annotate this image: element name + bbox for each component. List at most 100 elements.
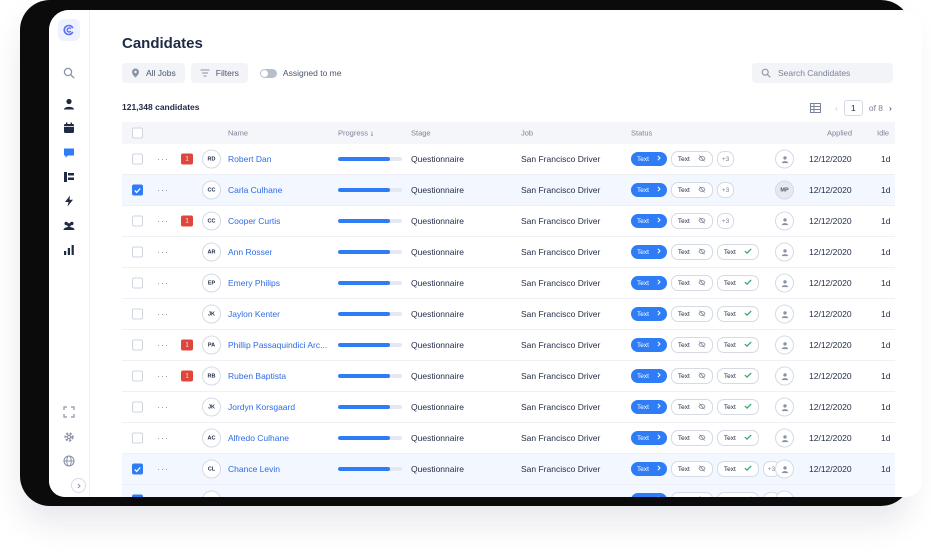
assign-owner-icon[interactable]	[775, 366, 794, 386]
avatar[interactable]: AR	[202, 242, 221, 262]
avatar[interactable]: JK	[202, 304, 221, 324]
column-status[interactable]: Status	[631, 129, 652, 138]
more-options-icon[interactable]: ···	[157, 247, 169, 257]
table-row[interactable]: ··· AC Alfredo Culhane Questionnaire San Fra…	[122, 423, 895, 454]
columns-icon[interactable]	[810, 103, 821, 113]
search-input[interactable]: Search Candidates	[752, 63, 893, 83]
status-pill-hidden[interactable]: Text	[670, 337, 713, 353]
avatar[interactable]: AC	[202, 428, 221, 448]
more-options-icon[interactable]: ···	[157, 185, 169, 195]
row-checkbox[interactable]	[132, 215, 143, 227]
candidate-name-link[interactable]: Chance Levin	[228, 464, 280, 474]
avatar[interactable]: JK	[202, 397, 221, 417]
status-pill-hidden[interactable]: Text	[670, 492, 713, 497]
status-pill-done[interactable]: Text	[716, 306, 759, 322]
row-checkbox[interactable]	[132, 153, 143, 165]
more-options-icon[interactable]: ···	[157, 402, 169, 412]
status-pill-hidden[interactable]: Text	[670, 461, 713, 477]
row-checkbox[interactable]	[132, 339, 143, 351]
status-pill-hidden[interactable]: Text	[670, 368, 713, 384]
row-checkbox[interactable]	[132, 308, 143, 320]
more-options-icon[interactable]: ···	[157, 371, 169, 381]
search-icon[interactable]	[60, 64, 78, 82]
assigned-toggle[interactable]	[259, 68, 277, 78]
status-pill-hidden[interactable]: Text	[670, 430, 713, 446]
status-pill-active[interactable]: Text	[631, 152, 667, 166]
reports-icon[interactable]	[60, 241, 78, 259]
status-pill-done[interactable]: Text	[716, 275, 759, 291]
assign-owner-icon[interactable]	[775, 304, 794, 324]
assign-owner-icon[interactable]	[775, 490, 794, 497]
status-pill-hidden[interactable]: Text	[670, 213, 713, 229]
row-checkbox[interactable]	[132, 463, 143, 475]
status-pill-active[interactable]: Text	[631, 338, 667, 352]
row-checkbox[interactable]	[132, 184, 143, 196]
owner-avatar[interactable]: MP	[775, 180, 794, 200]
column-job[interactable]: Job	[521, 129, 533, 138]
status-pill-active[interactable]: Text	[631, 431, 667, 445]
candidate-name-link[interactable]: Carla Culhane	[228, 185, 282, 195]
row-checkbox[interactable]	[132, 432, 143, 444]
lightning-icon[interactable]	[60, 192, 78, 210]
team-icon[interactable]	[60, 217, 78, 235]
column-applied[interactable]: Applied	[827, 129, 852, 138]
row-checkbox[interactable]	[132, 370, 143, 382]
candidate-name-link[interactable]: Robert Dan	[228, 154, 271, 164]
status-pill-active[interactable]: Text	[631, 183, 667, 197]
column-progress[interactable]: Progress ↓	[338, 129, 374, 138]
assign-owner-icon[interactable]	[775, 242, 794, 262]
table-row[interactable]: ··· 1 RD Robert Dan Questionnaire San Francis…	[122, 144, 895, 175]
more-status-pill[interactable]: +3	[716, 182, 735, 198]
status-pill-done[interactable]: Text	[716, 399, 759, 415]
table-row[interactable]: ··· JK Jordyn Korsgaard Questionnaire San Fr…	[122, 392, 895, 423]
assign-owner-icon[interactable]	[775, 428, 794, 448]
candidates-icon[interactable]	[60, 95, 78, 113]
status-pill-active[interactable]: Text	[631, 276, 667, 290]
avatar[interactable]: JG	[202, 490, 221, 497]
calendar-icon[interactable]	[60, 119, 78, 137]
status-pill-active[interactable]: Text	[631, 493, 667, 497]
more-options-icon[interactable]: ···	[157, 216, 169, 226]
assign-owner-icon[interactable]	[775, 211, 794, 231]
collapse-sidebar-icon[interactable]	[71, 478, 86, 493]
candidate-name-link[interactable]: Jordyn Korsgaard	[228, 402, 295, 412]
message-badge[interactable]: 1	[181, 370, 193, 382]
avatar[interactable]: EP	[202, 273, 221, 293]
globe-icon[interactable]	[60, 452, 78, 470]
pipeline-icon[interactable]	[60, 168, 78, 186]
more-options-icon[interactable]: ···	[157, 495, 169, 497]
avatar[interactable]: RD	[202, 149, 221, 169]
column-name[interactable]: Name	[228, 129, 248, 138]
status-pill-hidden[interactable]: Text	[670, 306, 713, 322]
status-pill-done[interactable]: Text	[716, 337, 759, 353]
table-row[interactable]: ··· CC Carla Culhane Questionnaire San Franc…	[122, 175, 895, 206]
table-row[interactable]: ··· AR Ann Rosser Questionnaire San Francisc…	[122, 237, 895, 268]
status-pill-hidden[interactable]: Text	[670, 151, 713, 167]
candidate-name-link[interactable]: Cooper Curtis	[228, 216, 280, 226]
prev-page-icon[interactable]: ‹	[835, 103, 838, 113]
message-badge[interactable]: 1	[181, 153, 193, 165]
more-options-icon[interactable]: ···	[157, 278, 169, 288]
candidate-name-link[interactable]: Emery Philips	[228, 278, 280, 288]
column-idle[interactable]: Idle	[877, 129, 889, 138]
status-pill-hidden[interactable]: Text	[670, 275, 713, 291]
column-stage[interactable]: Stage	[411, 129, 431, 138]
more-options-icon[interactable]: ···	[157, 309, 169, 319]
assign-owner-icon[interactable]	[775, 397, 794, 417]
table-row[interactable]: ··· EP Emery Philips Questionnaire San Franc…	[122, 268, 895, 299]
status-pill-hidden[interactable]: Text	[670, 182, 713, 198]
candidate-name-link[interactable]: Ruben Baptista	[228, 371, 286, 381]
expand-icon[interactable]	[60, 403, 78, 421]
status-pill-done[interactable]: Text	[716, 430, 759, 446]
status-pill-done[interactable]: Text	[716, 368, 759, 384]
table-row[interactable]: ··· CL Chance Levin Questionnaire San Franci…	[122, 454, 895, 485]
more-options-icon[interactable]: ···	[157, 464, 169, 474]
status-pill-hidden[interactable]: Text	[670, 244, 713, 260]
message-badge[interactable]: 1	[181, 215, 193, 227]
status-pill-active[interactable]: Text	[631, 369, 667, 383]
table-row[interactable]: ··· 1 RB Ruben Baptista Questionnaire San Fra…	[122, 361, 895, 392]
status-pill-active[interactable]: Text	[631, 462, 667, 476]
more-status-pill[interactable]: +3	[716, 151, 735, 167]
status-pill-hidden[interactable]: Text	[670, 399, 713, 415]
row-checkbox[interactable]	[132, 401, 143, 413]
